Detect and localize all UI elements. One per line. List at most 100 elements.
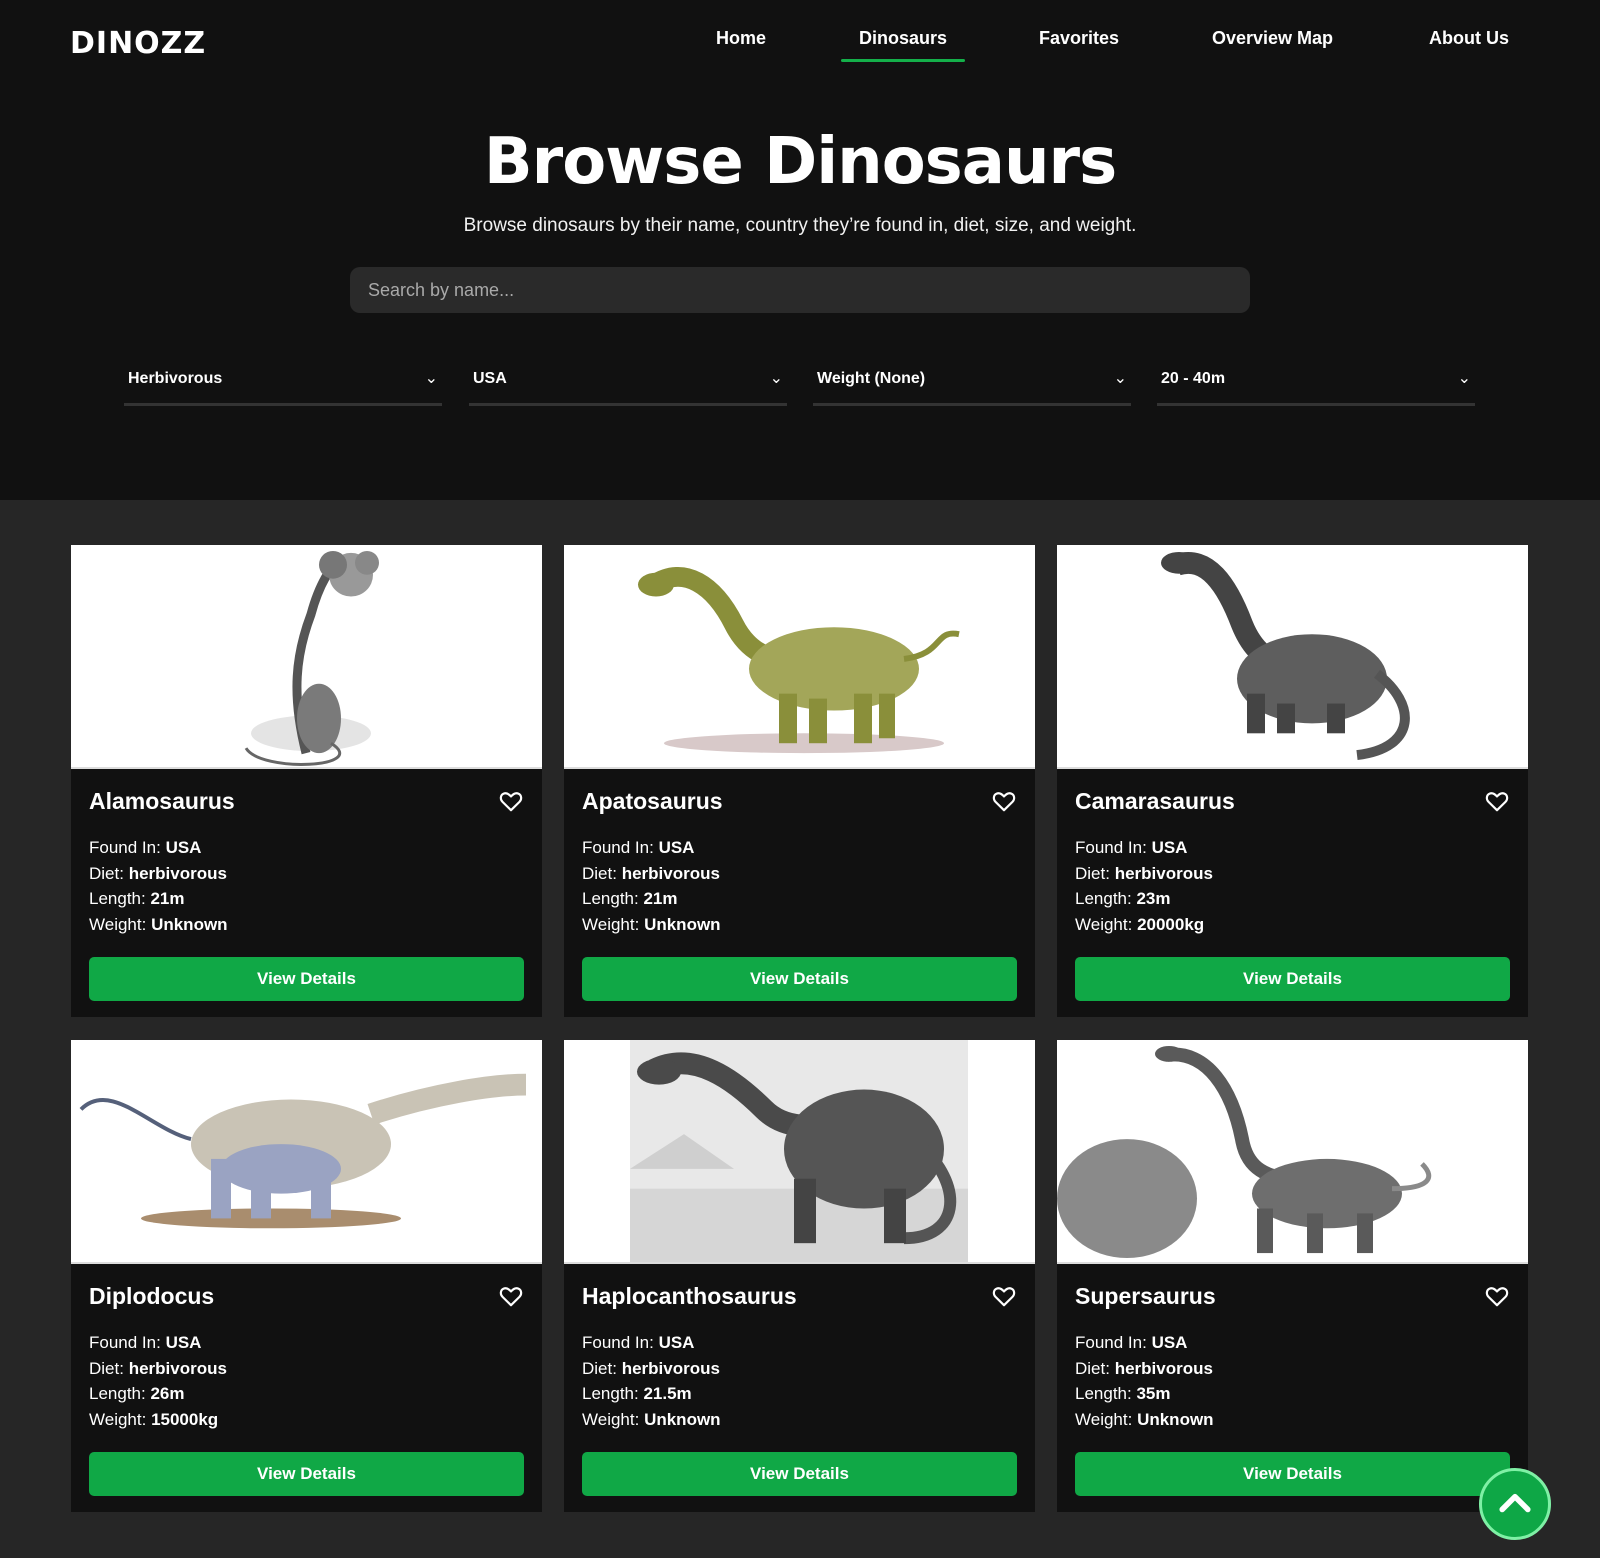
weight-label: Weight: [1075,1409,1138,1429]
dino-image [564,1040,1035,1264]
found-in-label: Found In: [582,838,659,857]
diet-filter-select[interactable]: Herbivorous ⌄ [124,362,442,406]
view-details-button[interactable]: View Details [89,1452,524,1496]
view-details-button[interactable]: View Details [582,957,1017,1001]
dino-card: Supersaurus Found In: USA Diet: herbivor… [1057,1040,1528,1512]
length-value: 21m [643,889,678,908]
found-in-value: USA [658,838,695,857]
found-in-label: Found In: [1075,838,1152,857]
view-details-button[interactable]: View Details [1075,957,1510,1001]
found-in-value: USA [1151,1333,1188,1352]
hero-section: DINOZZ Home Dinosaurs Favorites Overview… [0,0,1600,500]
length-value: 21m [150,889,185,908]
found-in-value: USA [658,1333,695,1352]
chevron-down-icon: ⌄ [1113,370,1127,387]
dino-card: Apatosaurus Found In: USA Diet: herbivor… [564,545,1035,1017]
weight-label: Weight: [582,914,645,934]
chevron-down-icon: ⌄ [1457,370,1471,387]
dino-name: Alamosaurus [89,788,235,814]
favorite-heart-icon[interactable] [498,788,524,814]
favorite-heart-icon[interactable] [1484,1283,1510,1309]
length-label: Length: [582,889,644,908]
length-label: Length: [1075,1384,1137,1403]
page-title: Browse Dinosaurs [483,125,1117,199]
scroll-to-top-button[interactable] [1479,1468,1551,1540]
diet-value: herbivorous [621,863,720,883]
dino-info: Found In: USA Diet: herbivorous Length: … [582,1330,721,1432]
length-value: 23m [1136,889,1171,908]
dino-name: Diplodocus [89,1283,215,1309]
weight-label: Weight: [89,1409,152,1429]
favorite-heart-icon[interactable] [498,1283,524,1309]
favorite-heart-icon[interactable] [991,788,1017,814]
diet-value: herbivorous [1114,1358,1213,1378]
dino-info: Found In: USA Diet: herbivorous Length: … [89,835,228,937]
length-value: 21.5m [643,1384,692,1403]
nav-favorites[interactable]: Favorites [1039,28,1119,49]
chevron-down-icon: ⌄ [769,370,783,387]
dino-info: Found In: USA Diet: herbivorous Length: … [1075,1330,1214,1432]
weight-value: Unknown [1137,1409,1214,1429]
weight-filter-select[interactable]: Weight (None) ⌄ [813,362,1131,406]
diet-label: Diet: [582,1358,622,1378]
length-filter-select[interactable]: 20 - 40m ⌄ [1157,362,1475,406]
dino-image [71,545,542,769]
weight-value: Unknown [151,914,228,934]
dino-image [71,1040,542,1264]
favorite-heart-icon[interactable] [991,1283,1017,1309]
weight-value: 20000kg [1137,914,1205,934]
length-label: Length: [89,1384,151,1403]
diet-label: Diet: [1075,863,1115,883]
diet-value: herbivorous [1114,863,1213,883]
filter-label: 20 - 40m [1161,370,1226,387]
filter-label: Weight (None) [817,370,926,387]
diet-label: Diet: [89,1358,129,1378]
top-nav: DINOZZ Home Dinosaurs Favorites Overview… [0,0,1600,70]
diet-label: Diet: [582,863,622,883]
found-in-label: Found In: [89,838,166,857]
dino-name: Camarasaurus [1075,788,1235,814]
weight-value: Unknown [644,914,721,934]
dino-card: Camarasaurus Found In: USA Diet: herbivo… [1057,545,1528,1017]
nav-about-us[interactable]: About Us [1429,28,1509,49]
length-value: 26m [150,1384,185,1403]
dino-image [1057,545,1528,769]
weight-label: Weight: [89,914,152,934]
dino-card: Alamosaurus Found In: USA Diet: herbivor… [71,545,542,1017]
favorite-heart-icon[interactable] [1484,788,1510,814]
dino-info: Found In: USA Diet: herbivorous Length: … [89,1330,227,1432]
weight-value: Unknown [644,1409,721,1429]
weight-label: Weight: [1075,914,1138,934]
nav-overview-map[interactable]: Overview Map [1212,28,1333,49]
diet-value: herbivorous [128,1358,227,1378]
nav-dinosaurs[interactable]: Dinosaurs [840,28,966,62]
found-in-value: USA [165,1333,202,1352]
page-subtitle: Browse dinosaurs by their name, country … [463,215,1137,236]
dino-info: Found In: USA Diet: herbivorous Length: … [582,835,721,937]
dino-name: Haplocanthosaurus [582,1283,797,1309]
length-label: Length: [89,889,151,908]
country-filter-select[interactable]: USA ⌄ [469,362,787,406]
diet-value: herbivorous [128,863,227,883]
length-value: 35m [1136,1384,1171,1403]
length-label: Length: [582,1384,644,1403]
dino-image [1057,1040,1528,1264]
nav-home[interactable]: Home [716,28,766,49]
view-details-button[interactable]: View Details [89,957,524,1001]
chevron-down-icon: ⌄ [424,370,438,387]
diet-value: herbivorous [621,1358,720,1378]
weight-label: Weight: [582,1409,645,1429]
found-in-value: USA [1151,838,1188,857]
site-logo[interactable]: DINOZZ [70,26,206,61]
length-label: Length: [1075,889,1137,908]
diet-label: Diet: [89,863,129,883]
search-input[interactable] [350,267,1250,313]
view-details-button[interactable]: View Details [582,1452,1017,1496]
dino-name: Supersaurus [1075,1283,1216,1309]
view-details-button[interactable]: View Details [1075,1452,1510,1496]
dino-image [564,545,1035,769]
found-in-label: Found In: [1075,1333,1152,1352]
dino-card: Diplodocus Found In: USA Diet: herbivoro… [71,1040,542,1512]
found-in-label: Found In: [582,1333,659,1352]
found-in-value: USA [165,838,202,857]
